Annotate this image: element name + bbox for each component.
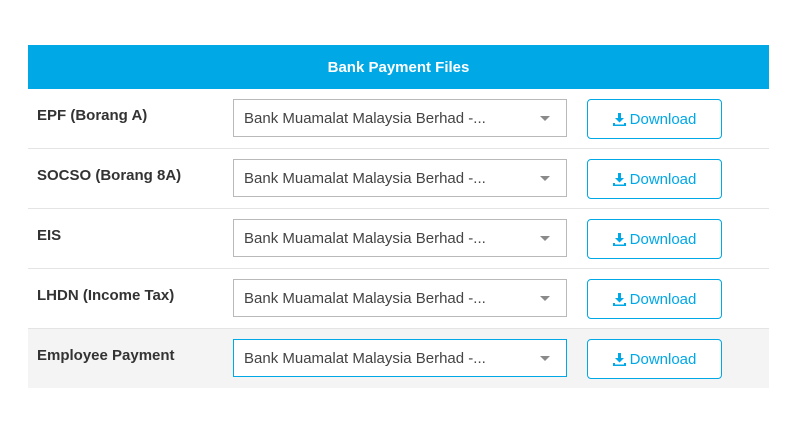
table-row-eis: EIS Bank Muamalat Malaysia Berhad -... D… — [28, 209, 769, 269]
chevron-down-icon — [540, 176, 550, 181]
download-label: Download — [629, 170, 697, 188]
download-icon — [612, 232, 626, 246]
table-row-lhdn: LHDN (Income Tax) Bank Muamalat Malaysia… — [28, 269, 769, 329]
select-value: Bank Muamalat Malaysia Berhad -... — [244, 229, 486, 247]
panel-header: Bank Payment Files — [28, 45, 769, 89]
table-row-socso: SOCSO (Borang 8A) Bank Muamalat Malaysia… — [28, 149, 769, 209]
download-label: Download — [629, 110, 697, 128]
select-value: Bank Muamalat Malaysia Berhad -... — [244, 169, 486, 187]
download-label: Download — [629, 350, 697, 368]
download-icon — [612, 352, 626, 366]
row-label: Employee Payment — [37, 347, 175, 364]
row-label: EPF (Borang A) — [37, 107, 148, 124]
chevron-down-icon — [540, 296, 550, 301]
download-button-employee-payment[interactable]: Download — [587, 339, 722, 379]
download-icon — [612, 292, 626, 306]
row-label: SOCSO (Borang 8A) — [37, 167, 182, 184]
bank-select-employee-payment[interactable]: Bank Muamalat Malaysia Berhad -... — [233, 339, 567, 377]
download-label: Download — [629, 290, 697, 308]
bank-select-socso[interactable]: Bank Muamalat Malaysia Berhad -... — [233, 159, 567, 197]
chevron-down-icon — [540, 356, 550, 361]
bank-select-epf[interactable]: Bank Muamalat Malaysia Berhad -... — [233, 99, 567, 137]
chevron-down-icon — [540, 116, 550, 121]
table-row-epf: EPF (Borang A) Bank Muamalat Malaysia Be… — [28, 89, 769, 149]
download-icon — [612, 172, 626, 186]
panel-title: Bank Payment Files — [327, 58, 470, 76]
download-button-eis[interactable]: Download — [587, 219, 722, 259]
download-button-socso[interactable]: Download — [587, 159, 722, 199]
row-label: EIS — [37, 227, 62, 244]
download-label: Download — [629, 230, 697, 248]
bank-select-lhdn[interactable]: Bank Muamalat Malaysia Berhad -... — [233, 279, 567, 317]
download-icon — [612, 112, 626, 126]
download-button-lhdn[interactable]: Download — [587, 279, 722, 319]
select-value: Bank Muamalat Malaysia Berhad -... — [244, 109, 486, 127]
download-button-epf[interactable]: Download — [587, 99, 722, 139]
row-label: LHDN (Income Tax) — [37, 287, 175, 304]
table-row-employee-payment: Employee Payment Bank Muamalat Malaysia … — [28, 329, 769, 388]
chevron-down-icon — [540, 236, 550, 241]
select-value: Bank Muamalat Malaysia Berhad -... — [244, 349, 486, 367]
select-value: Bank Muamalat Malaysia Berhad -... — [244, 289, 486, 307]
bank-select-eis[interactable]: Bank Muamalat Malaysia Berhad -... — [233, 219, 567, 257]
bank-payment-files-panel: Bank Payment Files EPF (Borang A) Bank M… — [28, 45, 769, 388]
